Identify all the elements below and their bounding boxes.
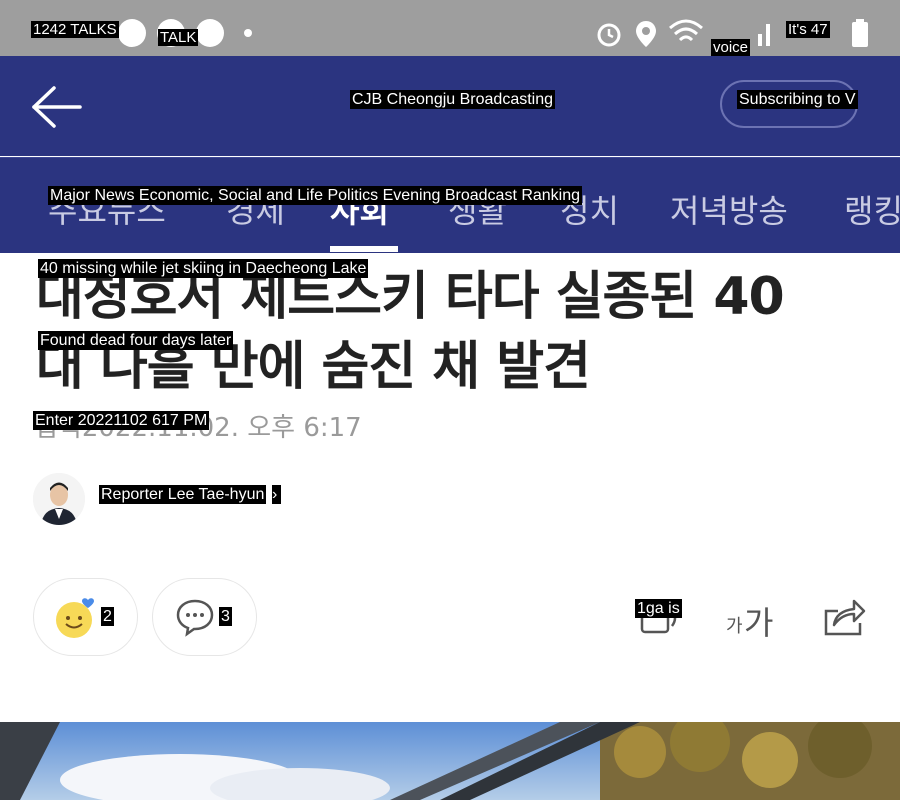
reactions-count: 2 [101, 607, 114, 627]
comments-count: 3 [219, 607, 232, 627]
tab-evening-broadcast[interactable]: 저녁방송 [670, 186, 788, 232]
headline-line2: Found dead four days later [38, 331, 234, 351]
tabs-translation-label: Major News Economic, Social and Life Pol… [48, 186, 583, 206]
entered-date: Enter 20221102 617 PM [33, 411, 210, 431]
location-icon [636, 21, 656, 47]
reporter-name-link[interactable]: Reporter Lee Tae-hyun [99, 485, 267, 505]
battery-icon [852, 19, 868, 47]
status-left-label: 1242 TALKS [31, 21, 119, 38]
reporter-photo-icon [33, 473, 85, 525]
subscribe-label: Subscribing to V [737, 90, 858, 110]
article-photo[interactable] [0, 722, 900, 800]
c-app-icon [196, 19, 224, 47]
chevron-right-icon: › [272, 485, 282, 505]
comment-button[interactable] [152, 578, 257, 656]
font-size-button[interactable]: 가 가 [726, 598, 776, 642]
status-hd-voice-label: voice [711, 39, 751, 56]
font-large-glyph: 가 [744, 604, 774, 642]
kakaotalk-icon [118, 19, 146, 47]
tab-ranking[interactable]: 랭킹 [844, 186, 900, 232]
back-arrow-icon[interactable] [28, 84, 84, 130]
font-size-translation-label: 1ga is [635, 599, 682, 619]
page-title: CJB Cheongju Broadcasting [350, 90, 556, 110]
signal-icon [758, 24, 770, 46]
comment-bubble-icon [176, 599, 214, 637]
lake-photo-image [0, 722, 900, 800]
status-bar: 1242 TALKS TALK voice It's 47 [0, 0, 900, 56]
status-talk-label: TALK [158, 29, 199, 46]
share-icon[interactable] [822, 597, 866, 637]
headline-line1: 40 missing while jet skiing in Daecheong… [38, 259, 369, 279]
alarm-icon [597, 23, 621, 47]
wifi-icon [669, 19, 703, 42]
reaction-button[interactable] [33, 578, 138, 656]
font-small-glyph: 가 [726, 616, 743, 637]
dot-icon [244, 29, 252, 37]
active-tab-indicator [330, 246, 398, 252]
battery-percent-label: It's 47 [786, 21, 830, 38]
smiley-heart-icon [56, 598, 94, 638]
reporter-avatar[interactable] [33, 473, 85, 525]
